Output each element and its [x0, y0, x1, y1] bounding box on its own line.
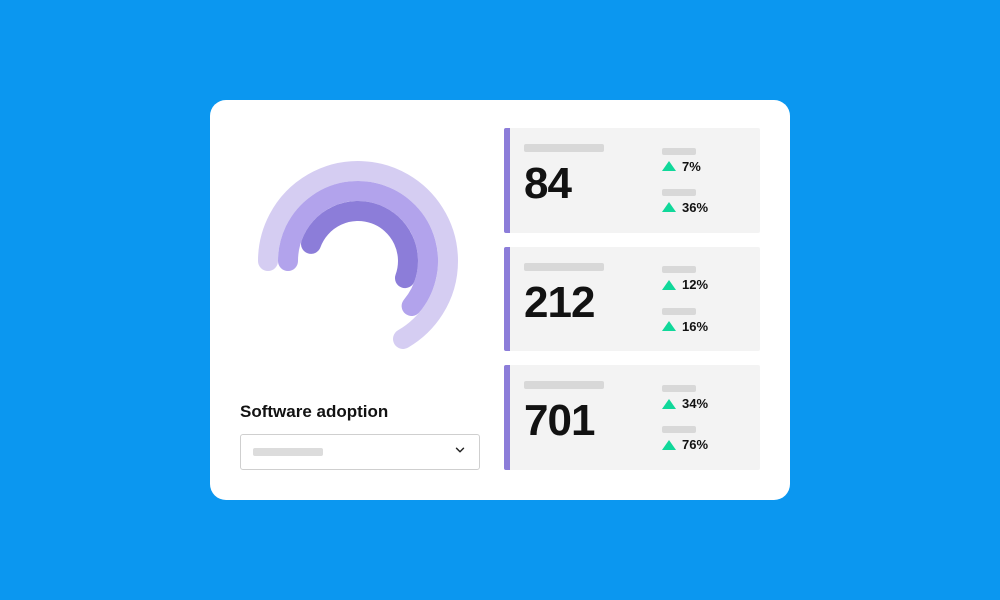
metric-card: 701 34% 76% — [504, 365, 760, 470]
metric-value: 212 — [524, 281, 648, 325]
filter-dropdown[interactable] — [240, 434, 480, 470]
metric-main: 84 — [524, 142, 648, 219]
metric-label-placeholder — [524, 263, 604, 271]
dropdown-placeholder — [253, 448, 323, 456]
metric-card: 212 12% 16% — [504, 247, 760, 352]
dashboard-card: Software adoption 84 7% — [210, 100, 790, 500]
metric-value: 84 — [524, 162, 648, 206]
chevron-down-icon — [453, 443, 467, 462]
mini-stat-value: 7% — [682, 159, 701, 174]
left-panel: Software adoption — [240, 128, 480, 470]
mini-stat-value: 16% — [682, 319, 708, 334]
mini-stat: 7% — [662, 148, 746, 174]
metric-label-placeholder — [524, 381, 604, 389]
metric-deltas: 12% 16% — [662, 261, 746, 338]
metric-value: 701 — [524, 399, 648, 443]
mini-stat-value: 34% — [682, 396, 708, 411]
metric-deltas: 7% 36% — [662, 142, 746, 219]
trend-up-icon — [662, 440, 676, 450]
trend-up-icon — [662, 399, 676, 409]
mini-stat: 12% — [662, 266, 746, 292]
metric-deltas: 34% 76% — [662, 379, 746, 456]
mini-stat: 36% — [662, 189, 746, 215]
metric-main: 701 — [524, 379, 648, 456]
metrics-panel: 84 7% 36% — [504, 128, 760, 470]
trend-up-icon — [662, 161, 676, 171]
mini-stat-placeholder — [662, 266, 696, 273]
mini-stat-value: 76% — [682, 437, 708, 452]
mini-stat-placeholder — [662, 308, 696, 315]
metric-label-placeholder — [524, 144, 604, 152]
mini-stat-placeholder — [662, 148, 696, 155]
mini-stat-value: 36% — [682, 200, 708, 215]
metric-card: 84 7% 36% — [504, 128, 760, 233]
mini-stat: 34% — [662, 385, 746, 411]
metric-main: 212 — [524, 261, 648, 338]
mini-stat-placeholder — [662, 385, 696, 392]
trend-up-icon — [662, 321, 676, 331]
trend-up-icon — [662, 280, 676, 290]
mini-stat-value: 12% — [682, 277, 708, 292]
mini-stat: 76% — [662, 426, 746, 452]
radial-chart — [240, 128, 480, 394]
mini-stat: 16% — [662, 308, 746, 334]
section-title: Software adoption — [240, 402, 480, 422]
mini-stat-placeholder — [662, 426, 696, 433]
mini-stat-placeholder — [662, 189, 696, 196]
trend-up-icon — [662, 202, 676, 212]
